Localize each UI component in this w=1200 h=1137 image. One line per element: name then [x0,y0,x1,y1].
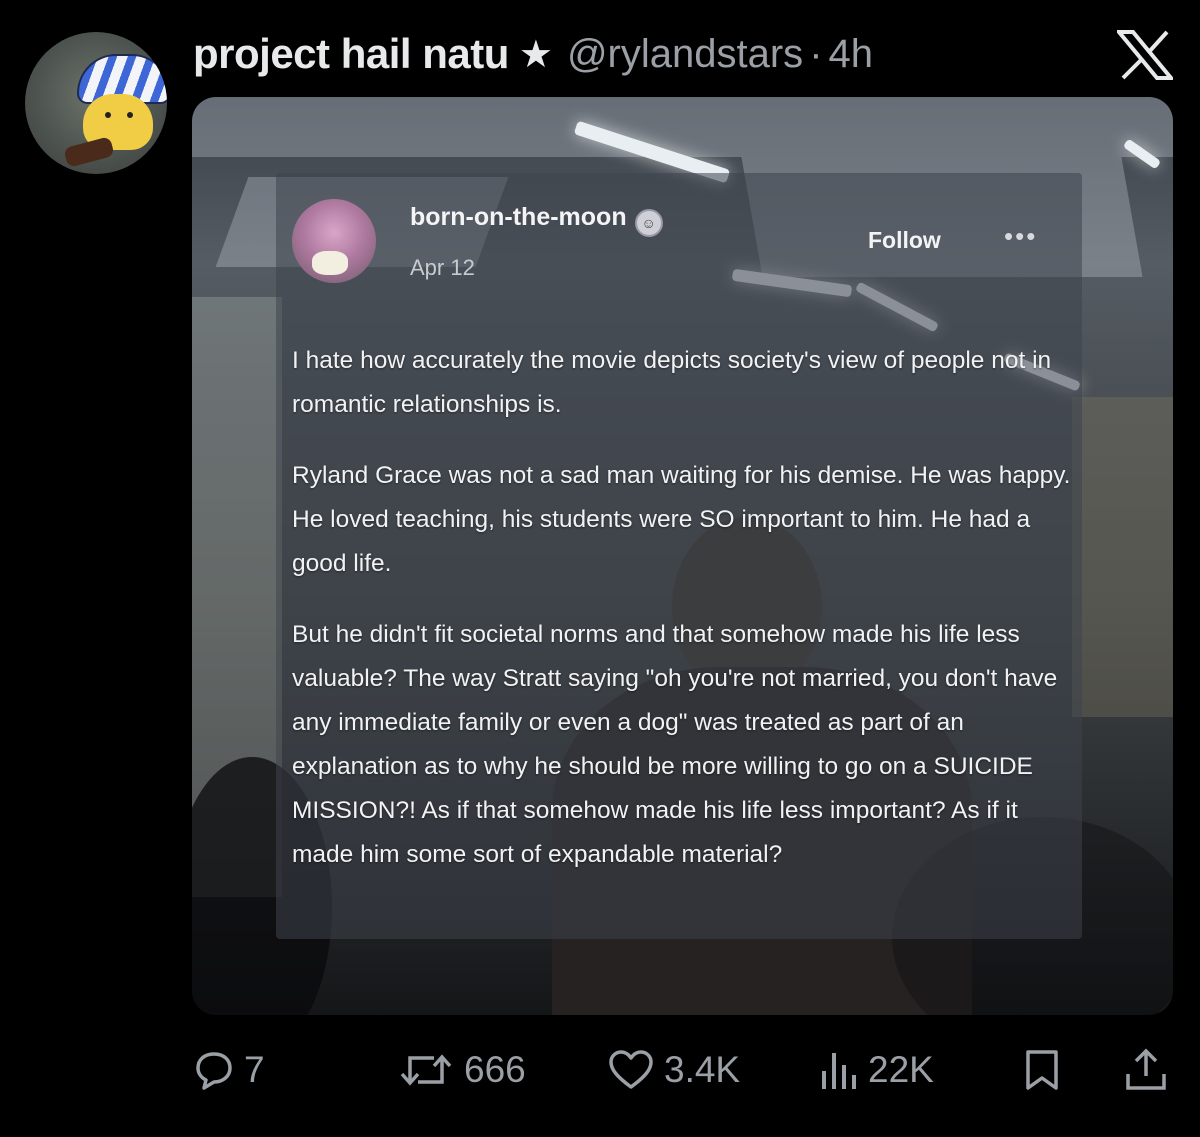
tweet-action-bar: 7 666 3.4K 22K [0,1042,1200,1102]
embedded-post: born-on-the-moon ☺ Apr 12 Follow ••• I ha… [276,173,1082,939]
embedded-post-avatar [292,199,376,283]
embedded-paragraph-2: Ryland Grace was not a sad man waiting f… [292,462,1071,577]
tweet-media-image[interactable]: born-on-the-moon ☺ Apr 12 Follow ••• I ha… [192,97,1173,1015]
user-handle[interactable]: @rylandstars [567,32,803,77]
embedded-paragraph-3: But he didn't fit societal norms and tha… [292,621,1058,868]
views-button[interactable]: 22K [818,1042,934,1098]
reply-icon [196,1052,232,1090]
reply-button[interactable]: 7 [194,1042,265,1098]
like-button[interactable]: 3.4K [608,1042,740,1098]
share-icon [1126,1048,1166,1090]
like-count: 3.4K [664,1049,741,1090]
views-count: 22K [868,1049,934,1090]
star-icon: ★ [518,33,553,76]
repost-button[interactable]: 666 [398,1042,526,1098]
share-button[interactable] [1124,1042,1168,1098]
embedded-post-date: Apr 12 [410,255,475,280]
repost-count: 666 [464,1049,526,1090]
heart-icon [609,1050,653,1089]
separator-dot: · [809,31,823,76]
views-chart-icon [822,1053,856,1089]
author-avatar[interactable] [25,32,167,174]
display-name[interactable]: project hail natu [193,30,509,78]
embedded-follow-label: Follow [868,227,941,253]
x-logo-icon [1117,30,1173,80]
face-emoji-icon: ☺ [634,209,663,237]
timestamp[interactable]: 4h [829,32,874,77]
bookmark-button[interactable] [1024,1042,1060,1098]
bookmark-icon [1026,1050,1058,1090]
tweet-page: project hail natu ★ @rylandstars · 4h bo… [0,0,1200,1137]
tweet-header: project hail natu ★ @rylandstars · 4h [193,26,873,82]
embedded-more-icon: ••• [1004,221,1038,251]
embedded-post-username: born-on-the-moon ☺ [410,203,663,237]
embedded-paragraph-1: I hate how accurately the movie depicts … [292,347,1052,418]
repost-icon [400,1054,452,1086]
reply-count: 7 [244,1049,265,1090]
